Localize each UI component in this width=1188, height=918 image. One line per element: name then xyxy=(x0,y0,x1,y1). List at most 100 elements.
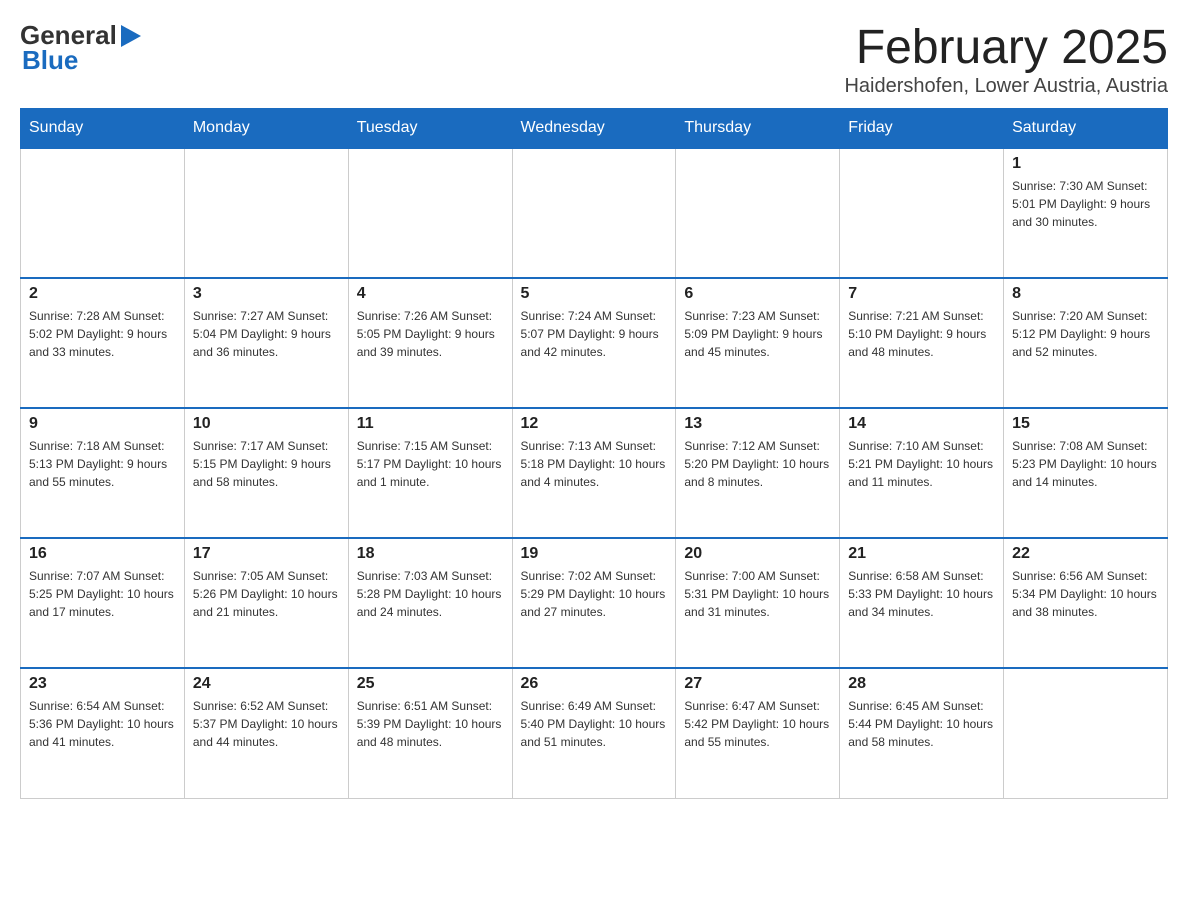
day-info: Sunrise: 7:18 AM Sunset: 5:13 PM Dayligh… xyxy=(29,437,176,491)
calendar-day-header: Saturday xyxy=(1004,109,1168,149)
day-info: Sunrise: 7:02 AM Sunset: 5:29 PM Dayligh… xyxy=(521,567,668,621)
calendar-cell: 5 Sunrise: 7:24 AM Sunset: 5:07 PM Daylig… xyxy=(512,278,676,408)
calendar-week-row: 23 Sunrise: 6:54 AM Sunset: 5:36 PM Dayli… xyxy=(21,668,1168,798)
day-number: 19 xyxy=(521,545,668,563)
day-number: 17 xyxy=(193,545,340,563)
day-number: 6 xyxy=(684,285,831,303)
day-info: Sunrise: 7:26 AM Sunset: 5:05 PM Dayligh… xyxy=(357,307,504,361)
calendar-cell xyxy=(840,148,1004,278)
calendar-cell xyxy=(676,148,840,278)
page-subtitle: Haidershofen, Lower Austria, Austria xyxy=(844,75,1168,98)
calendar-day-header: Sunday xyxy=(21,109,185,149)
day-number: 24 xyxy=(193,675,340,693)
day-number: 11 xyxy=(357,415,504,433)
day-info: Sunrise: 7:23 AM Sunset: 5:09 PM Dayligh… xyxy=(684,307,831,361)
calendar-cell: 10 Sunrise: 7:17 AM Sunset: 5:15 PM Dayli… xyxy=(184,408,348,538)
calendar-cell: 26 Sunrise: 6:49 AM Sunset: 5:40 PM Dayli… xyxy=(512,668,676,798)
calendar-week-row: 2Sunrise: 7:28 AM Sunset: 5:02 PM Daylig… xyxy=(21,278,1168,408)
calendar-cell: 22Sunrise: 6:56 AM Sunset: 5:34 PM Dayli… xyxy=(1004,538,1168,668)
calendar-cell: 3 Sunrise: 7:27 AM Sunset: 5:04 PM Daylig… xyxy=(184,278,348,408)
day-info: Sunrise: 7:27 AM Sunset: 5:04 PM Dayligh… xyxy=(193,307,340,361)
day-info: Sunrise: 7:00 AM Sunset: 5:31 PM Dayligh… xyxy=(684,567,831,621)
day-info: Sunrise: 6:54 AM Sunset: 5:36 PM Dayligh… xyxy=(29,697,176,751)
day-number: 28 xyxy=(848,675,995,693)
calendar-cell: 13Sunrise: 7:12 AM Sunset: 5:20 PM Dayli… xyxy=(676,408,840,538)
day-number: 14 xyxy=(848,415,995,433)
title-block: February 2025 Haidershofen, Lower Austri… xyxy=(844,20,1168,98)
day-info: Sunrise: 7:21 AM Sunset: 5:10 PM Dayligh… xyxy=(848,307,995,361)
logo-arrow-icon xyxy=(121,25,141,47)
day-info: Sunrise: 7:07 AM Sunset: 5:25 PM Dayligh… xyxy=(29,567,176,621)
day-number: 15 xyxy=(1012,415,1159,433)
calendar-cell: 17 Sunrise: 7:05 AM Sunset: 5:26 PM Dayli… xyxy=(184,538,348,668)
calendar-cell: 6 Sunrise: 7:23 AM Sunset: 5:09 PM Daylig… xyxy=(676,278,840,408)
day-number: 5 xyxy=(521,285,668,303)
day-info: Sunrise: 6:45 AM Sunset: 5:44 PM Dayligh… xyxy=(848,697,995,751)
day-info: Sunrise: 7:13 AM Sunset: 5:18 PM Dayligh… xyxy=(521,437,668,491)
day-info: Sunrise: 7:08 AM Sunset: 5:23 PM Dayligh… xyxy=(1012,437,1159,491)
page-title: February 2025 xyxy=(844,20,1168,75)
day-number: 23 xyxy=(29,675,176,693)
calendar-cell: 25 Sunrise: 6:51 AM Sunset: 5:39 PM Dayli… xyxy=(348,668,512,798)
day-info: Sunrise: 7:05 AM Sunset: 5:26 PM Dayligh… xyxy=(193,567,340,621)
day-info: Sunrise: 6:52 AM Sunset: 5:37 PM Dayligh… xyxy=(193,697,340,751)
calendar-cell: 1 Sunrise: 7:30 AM Sunset: 5:01 PM Daylig… xyxy=(1004,148,1168,278)
calendar-day-header: Thursday xyxy=(676,109,840,149)
calendar-cell: 2Sunrise: 7:28 AM Sunset: 5:02 PM Daylig… xyxy=(21,278,185,408)
calendar-cell: 14Sunrise: 7:10 AM Sunset: 5:21 PM Dayli… xyxy=(840,408,1004,538)
calendar-cell: 23 Sunrise: 6:54 AM Sunset: 5:36 PM Dayli… xyxy=(21,668,185,798)
logo-blue-text: Blue xyxy=(22,45,78,76)
day-info: Sunrise: 7:24 AM Sunset: 5:07 PM Dayligh… xyxy=(521,307,668,361)
day-number: 8 xyxy=(1012,285,1159,303)
calendar-cell: 16 Sunrise: 7:07 AM Sunset: 5:25 PM Dayli… xyxy=(21,538,185,668)
calendar-cell: 11 Sunrise: 7:15 AM Sunset: 5:17 PM Dayli… xyxy=(348,408,512,538)
calendar-cell: 7 Sunrise: 7:21 AM Sunset: 5:10 PM Daylig… xyxy=(840,278,1004,408)
day-info: Sunrise: 7:20 AM Sunset: 5:12 PM Dayligh… xyxy=(1012,307,1159,361)
day-number: 4 xyxy=(357,285,504,303)
day-number: 1 xyxy=(1012,155,1159,173)
day-number: 16 xyxy=(29,545,176,563)
day-info: Sunrise: 7:03 AM Sunset: 5:28 PM Dayligh… xyxy=(357,567,504,621)
day-number: 21 xyxy=(848,545,995,563)
calendar-cell: 9 Sunrise: 7:18 AM Sunset: 5:13 PM Daylig… xyxy=(21,408,185,538)
day-info: Sunrise: 6:49 AM Sunset: 5:40 PM Dayligh… xyxy=(521,697,668,751)
day-info: Sunrise: 7:17 AM Sunset: 5:15 PM Dayligh… xyxy=(193,437,340,491)
calendar-day-header: Wednesday xyxy=(512,109,676,149)
day-number: 7 xyxy=(848,285,995,303)
day-info: Sunrise: 6:51 AM Sunset: 5:39 PM Dayligh… xyxy=(357,697,504,751)
calendar-cell xyxy=(184,148,348,278)
calendar-cell: 15 Sunrise: 7:08 AM Sunset: 5:23 PM Dayli… xyxy=(1004,408,1168,538)
calendar-week-row: 1 Sunrise: 7:30 AM Sunset: 5:01 PM Daylig… xyxy=(21,148,1168,278)
calendar-day-header: Friday xyxy=(840,109,1004,149)
calendar-cell: 8 Sunrise: 7:20 AM Sunset: 5:12 PM Daylig… xyxy=(1004,278,1168,408)
calendar-cell: 21 Sunrise: 6:58 AM Sunset: 5:33 PM Dayli… xyxy=(840,538,1004,668)
calendar-cell xyxy=(348,148,512,278)
calendar-cell: 4 Sunrise: 7:26 AM Sunset: 5:05 PM Daylig… xyxy=(348,278,512,408)
calendar-header-row: SundayMondayTuesdayWednesdayThursdayFrid… xyxy=(21,109,1168,149)
day-info: Sunrise: 6:47 AM Sunset: 5:42 PM Dayligh… xyxy=(684,697,831,751)
day-number: 18 xyxy=(357,545,504,563)
calendar-cell: 28 Sunrise: 6:45 AM Sunset: 5:44 PM Dayli… xyxy=(840,668,1004,798)
calendar-cell xyxy=(21,148,185,278)
day-number: 26 xyxy=(521,675,668,693)
day-info: Sunrise: 7:15 AM Sunset: 5:17 PM Dayligh… xyxy=(357,437,504,491)
calendar-table: SundayMondayTuesdayWednesdayThursdayFrid… xyxy=(20,108,1168,799)
day-info: Sunrise: 7:12 AM Sunset: 5:20 PM Dayligh… xyxy=(684,437,831,491)
calendar-week-row: 16 Sunrise: 7:07 AM Sunset: 5:25 PM Dayli… xyxy=(21,538,1168,668)
day-number: 27 xyxy=(684,675,831,693)
page-header: General Blue February 2025 Haidershofen,… xyxy=(20,20,1168,98)
day-number: 9 xyxy=(29,415,176,433)
calendar-cell xyxy=(1004,668,1168,798)
calendar-cell xyxy=(512,148,676,278)
calendar-cell: 12Sunrise: 7:13 AM Sunset: 5:18 PM Dayli… xyxy=(512,408,676,538)
day-number: 3 xyxy=(193,285,340,303)
day-info: Sunrise: 7:30 AM Sunset: 5:01 PM Dayligh… xyxy=(1012,177,1159,231)
day-number: 25 xyxy=(357,675,504,693)
calendar-day-header: Monday xyxy=(184,109,348,149)
calendar-cell: 18 Sunrise: 7:03 AM Sunset: 5:28 PM Dayli… xyxy=(348,538,512,668)
calendar-cell: 24 Sunrise: 6:52 AM Sunset: 5:37 PM Dayli… xyxy=(184,668,348,798)
day-info: Sunrise: 6:58 AM Sunset: 5:33 PM Dayligh… xyxy=(848,567,995,621)
calendar-cell: 19 Sunrise: 7:02 AM Sunset: 5:29 PM Dayli… xyxy=(512,538,676,668)
day-number: 10 xyxy=(193,415,340,433)
day-info: Sunrise: 6:56 AM Sunset: 5:34 PM Dayligh… xyxy=(1012,567,1159,621)
